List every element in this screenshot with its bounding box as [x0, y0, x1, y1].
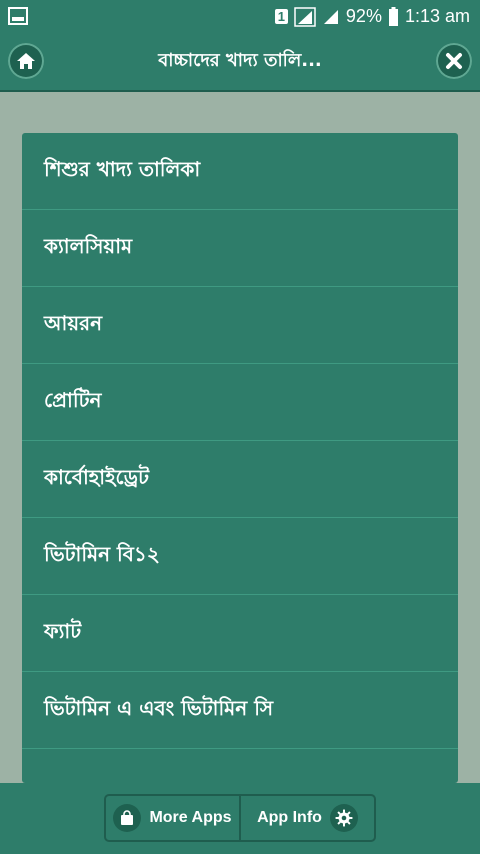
- battery-percent: 92%: [345, 6, 382, 26]
- list-item[interactable]: শিশুর খাদ্য তালিকা: [22, 133, 458, 210]
- battery-icon: [388, 6, 398, 26]
- signal-2-icon: [323, 9, 338, 24]
- home-button[interactable]: [8, 43, 44, 79]
- close-icon: [446, 53, 462, 69]
- list-item[interactable]: কার্বোহাইড্রেট: [22, 441, 458, 518]
- more-apps-label: More Apps: [149, 809, 232, 826]
- bottom-bar: More Apps App Info: [0, 783, 480, 854]
- app-info-button[interactable]: App Info: [239, 796, 374, 840]
- list-item[interactable]: ফ্যাট: [22, 595, 458, 672]
- list-item-partial[interactable]: [22, 749, 458, 783]
- home-icon: [17, 53, 35, 69]
- bottom-button-group: More Apps App Info: [104, 794, 376, 842]
- list-item[interactable]: প্রোটিন: [22, 364, 458, 441]
- list-item[interactable]: ভিটামিন বি১২: [22, 518, 458, 595]
- list-item[interactable]: ক্যালসিয়াম: [22, 210, 458, 287]
- shopping-bag-icon: [113, 804, 142, 832]
- close-button[interactable]: [436, 43, 472, 79]
- list-item[interactable]: ভিটামিন এ এবং ভিটামিন সি: [22, 672, 458, 749]
- more-apps-button[interactable]: More Apps: [106, 796, 239, 840]
- app-info-label: App Info: [257, 809, 322, 826]
- app-bar: বাচ্চাদের খাদ্য তালি...: [0, 33, 480, 92]
- clock: 1:13 am: [404, 6, 470, 26]
- status-bar: 1 92% 1:13 am: [0, 0, 480, 33]
- sim-badge: 1: [274, 9, 288, 24]
- signal-icon: [294, 6, 316, 27]
- gear-icon: [329, 804, 358, 832]
- page-title: বাচ্চাদের খাদ্য তালি...: [158, 50, 322, 71]
- gallery-notification-icon: [8, 7, 28, 25]
- list-item[interactable]: আয়রন: [22, 287, 458, 364]
- topic-list: শিশুর খাদ্য তালিকা ক্যালসিয়াম আয়রন প্র…: [22, 133, 458, 783]
